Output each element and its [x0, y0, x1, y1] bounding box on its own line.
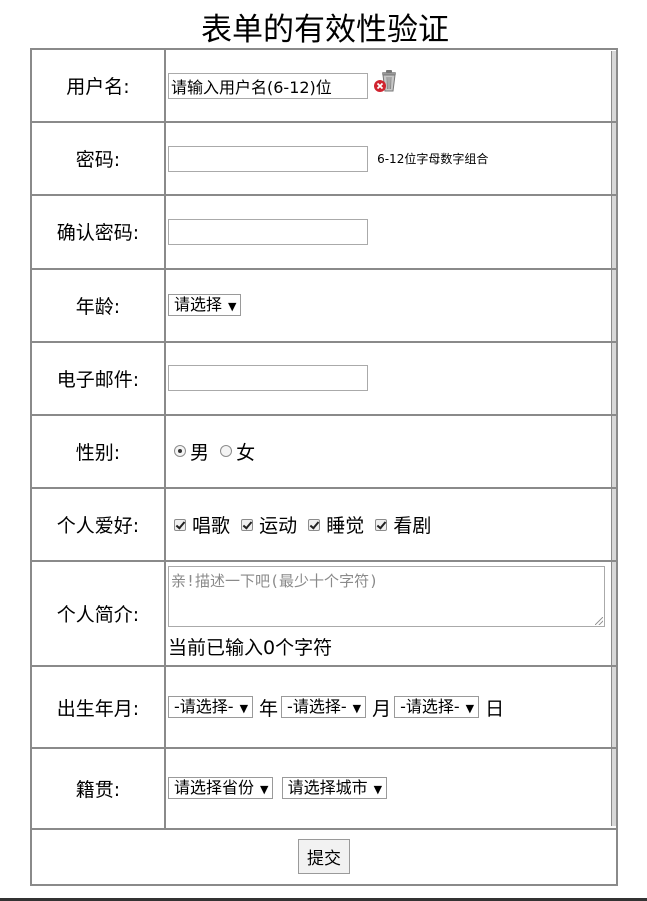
- chevron-down-icon: ▼: [465, 702, 475, 716]
- row-password: 密码: 6-12位字母数字组合: [31, 122, 617, 196]
- hometown-cell: 请选择省份 ▼ 请选择城市 ▼: [165, 747, 617, 829]
- username-label: 用户名:: [31, 49, 165, 123]
- row-bio: 个人简介: 亲!描述一下吧(最少十个字符) 当前已输入0个字符: [31, 561, 617, 667]
- gender-female-radio[interactable]: [220, 445, 233, 458]
- password-input[interactable]: [168, 145, 368, 172]
- row-submit: 提交: [31, 828, 617, 885]
- row-confirm-password: 确认密码:: [31, 195, 617, 269]
- hobby-sleep-checkbox[interactable]: [308, 518, 321, 531]
- row-hobbies: 个人爱好: 唱歌 运动 睡觉 看剧: [31, 488, 617, 562]
- year-unit: 年: [259, 697, 279, 720]
- password-label: 密码:: [31, 122, 165, 196]
- day-unit: 日: [485, 697, 505, 720]
- hobbies-label: 个人爱好:: [31, 488, 165, 562]
- province-select[interactable]: 请选择省份 ▼: [168, 777, 274, 800]
- bio-placeholder: 亲!描述一下吧(最少十个字符): [171, 572, 379, 591]
- birth-year-select[interactable]: -请选择- ▼: [168, 696, 254, 719]
- hobby-sport-label: 运动: [259, 515, 298, 538]
- row-email: 电子邮件:: [31, 341, 617, 415]
- birth-year-value: -请选择-: [174, 697, 234, 717]
- page-title: 表单的有效性验证: [201, 12, 449, 48]
- registration-form: 用户名: 密码: 6-12位字母数字组合: [30, 48, 618, 886]
- birth-label: 出生年月:: [31, 666, 165, 748]
- row-username: 用户名:: [31, 49, 617, 123]
- hobby-sing-label: 唱歌: [192, 515, 231, 538]
- hobbies-cell: 唱歌 运动 睡觉 看剧: [165, 488, 617, 562]
- hometown-label: 籍贯:: [31, 747, 165, 829]
- chevron-down-icon: ▼: [373, 783, 383, 797]
- chevron-down-icon: ▼: [239, 702, 249, 716]
- hobby-sing-checkbox[interactable]: [174, 518, 186, 531]
- province-select-value: 请选择省份: [174, 778, 255, 798]
- chevron-down-icon: ▼: [352, 702, 362, 716]
- row-birth: 出生年月: -请选择- ▼ 年 -请选择- ▼ 月 -请选择- ▼ 日: [31, 666, 617, 748]
- confirm-password-input[interactable]: [168, 218, 368, 245]
- email-label: 电子邮件:: [31, 341, 165, 415]
- confirm-password-label: 确认密码:: [31, 195, 165, 269]
- trash-icon[interactable]: [373, 67, 399, 93]
- submit-cell: 提交: [31, 828, 617, 885]
- hobby-drama-checkbox[interactable]: [375, 518, 388, 531]
- password-hint: 6-12位字母数字组合: [377, 152, 489, 167]
- birth-cell: -请选择- ▼ 年 -请选择- ▼ 月 -请选择- ▼ 日: [165, 666, 617, 748]
- gender-male-label: 男: [190, 441, 210, 464]
- email-input[interactable]: [168, 365, 368, 392]
- confirm-password-cell: [165, 195, 617, 269]
- gender-male-radio[interactable]: [174, 445, 186, 458]
- bio-char-counter: 当前已输入0个字符: [168, 637, 333, 660]
- row-gender: 性别: 男 女: [31, 414, 617, 489]
- birth-day-value: -请选择-: [400, 697, 460, 717]
- password-cell: 6-12位字母数字组合: [165, 122, 617, 196]
- hobby-drama-label: 看剧: [393, 515, 432, 538]
- age-label: 年龄:: [31, 268, 165, 342]
- hobby-sport-checkbox[interactable]: [241, 518, 254, 531]
- birth-month-value: -请选择-: [287, 697, 347, 717]
- bio-textarea[interactable]: 亲!描述一下吧(最少十个字符): [168, 566, 605, 628]
- birth-month-select[interactable]: -请选择- ▼: [281, 696, 367, 719]
- email-cell: [165, 341, 617, 415]
- chevron-down-icon: ▼: [260, 783, 269, 797]
- gender-female-label: 女: [236, 441, 256, 464]
- row-age: 年龄: 请选择 ▼: [31, 268, 617, 342]
- submit-button[interactable]: 提交: [298, 839, 350, 875]
- hobby-sleep-label: 睡觉: [326, 515, 365, 538]
- username-cell: [165, 49, 617, 123]
- bio-cell: 亲!描述一下吧(最少十个字符) 当前已输入0个字符: [165, 561, 617, 667]
- city-select-value: 请选择城市: [287, 778, 368, 798]
- resize-handle-icon[interactable]: [595, 617, 603, 626]
- gender-cell: 男 女: [165, 414, 617, 489]
- username-input[interactable]: [168, 72, 368, 99]
- age-select-value: 请选择: [174, 295, 223, 315]
- chevron-down-icon: ▼: [228, 300, 237, 314]
- city-select[interactable]: 请选择城市 ▼: [281, 777, 388, 800]
- row-hometown: 籍贯: 请选择省份 ▼ 请选择城市 ▼: [31, 747, 617, 829]
- month-unit: 月: [372, 697, 392, 720]
- age-select[interactable]: 请选择 ▼: [168, 294, 242, 317]
- bio-label: 个人简介:: [31, 561, 165, 667]
- gender-label: 性别:: [31, 414, 165, 489]
- birth-day-select[interactable]: -请选择- ▼: [394, 696, 480, 719]
- age-cell: 请选择 ▼: [165, 268, 617, 342]
